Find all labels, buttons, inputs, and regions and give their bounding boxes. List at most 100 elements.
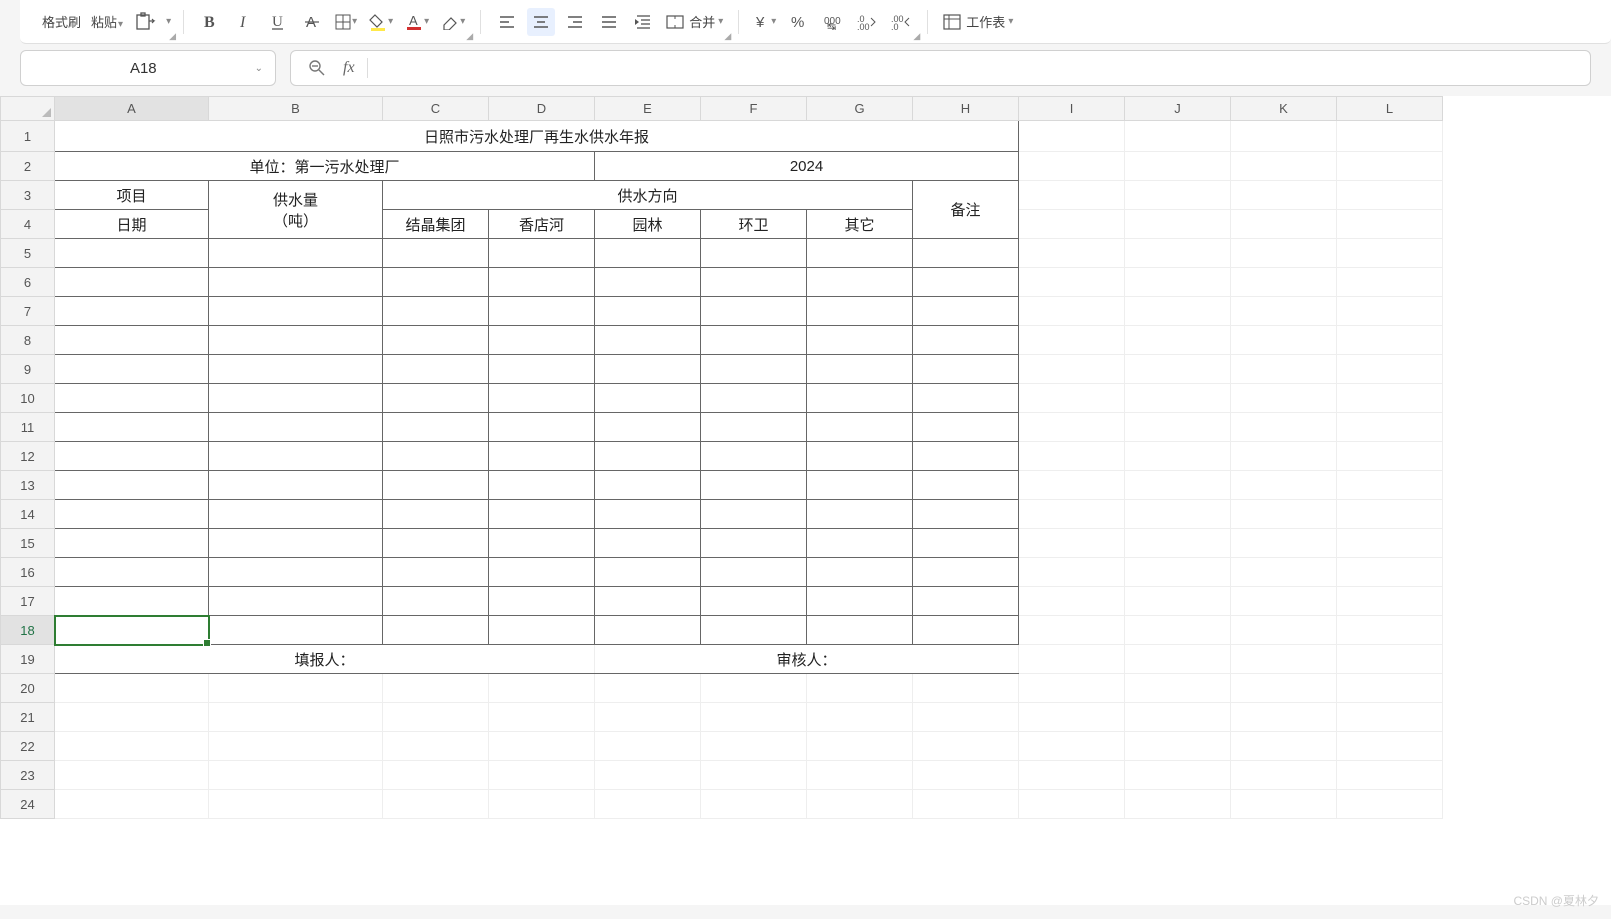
row-header[interactable]: 21 <box>1 703 55 732</box>
row-header[interactable]: 13 <box>1 471 55 500</box>
cell[interactable] <box>701 616 807 645</box>
cell[interactable] <box>55 761 209 790</box>
cell[interactable] <box>701 732 807 761</box>
cell[interactable]: 项目 <box>55 181 209 210</box>
cell[interactable] <box>383 239 489 268</box>
cell[interactable] <box>1337 500 1443 529</box>
cell[interactable]: 2024 <box>595 152 1019 181</box>
cell[interactable] <box>489 761 595 790</box>
cell[interactable] <box>1231 239 1337 268</box>
cell[interactable] <box>913 442 1019 471</box>
cell[interactable] <box>1019 297 1125 326</box>
cell[interactable]: 结晶集团 <box>383 210 489 239</box>
cell[interactable] <box>1231 587 1337 616</box>
cell[interactable] <box>807 355 913 384</box>
cell[interactable] <box>595 268 701 297</box>
cell[interactable]: 环卫 <box>701 210 807 239</box>
cell[interactable] <box>489 529 595 558</box>
format-painter-button[interactable]: 格式刷 <box>40 12 83 31</box>
cell[interactable] <box>489 703 595 732</box>
column-header[interactable]: F <box>701 97 807 121</box>
group-expand-icon[interactable]: ◢ <box>466 31 473 42</box>
cell[interactable] <box>1231 297 1337 326</box>
cell[interactable] <box>595 790 701 819</box>
cell[interactable] <box>209 384 383 413</box>
cell[interactable] <box>913 297 1019 326</box>
group-expand-icon[interactable]: ◢ <box>724 31 731 42</box>
cell[interactable] <box>55 616 209 645</box>
cell[interactable] <box>913 326 1019 355</box>
percent-button[interactable]: % <box>785 8 813 36</box>
name-box[interactable]: A18 ⌄ <box>20 50 276 86</box>
cell[interactable] <box>383 442 489 471</box>
underline-button[interactable]: U <box>264 8 292 36</box>
row-header[interactable]: 23 <box>1 761 55 790</box>
column-header[interactable]: L <box>1337 97 1443 121</box>
cell[interactable] <box>1231 732 1337 761</box>
align-center-button[interactable] <box>527 8 555 36</box>
cell[interactable] <box>701 471 807 500</box>
cell[interactable] <box>1019 442 1125 471</box>
cell[interactable] <box>383 732 489 761</box>
cell[interactable] <box>209 616 383 645</box>
spreadsheet-grid[interactable]: ABCDEFGHIJKL 1日照市污水处理厂再生水供水年报2单位：第一污水处理厂… <box>0 96 1443 819</box>
cell[interactable] <box>701 297 807 326</box>
cell[interactable]: 填报人： <box>55 645 595 674</box>
increase-decimal-button[interactable]: .00.0 <box>887 8 915 36</box>
cell[interactable] <box>1019 587 1125 616</box>
row-header[interactable]: 9 <box>1 355 55 384</box>
cell[interactable] <box>383 529 489 558</box>
cell[interactable] <box>489 297 595 326</box>
cell[interactable] <box>807 500 913 529</box>
cell[interactable] <box>1019 732 1125 761</box>
cell[interactable] <box>595 413 701 442</box>
cell[interactable] <box>913 703 1019 732</box>
cell[interactable] <box>1231 121 1337 152</box>
border-button[interactable]: ▾ <box>332 8 360 36</box>
cell[interactable] <box>1337 442 1443 471</box>
cell[interactable] <box>1231 703 1337 732</box>
cell[interactable] <box>701 761 807 790</box>
cell[interactable] <box>1019 790 1125 819</box>
cell[interactable] <box>55 239 209 268</box>
cell[interactable] <box>489 732 595 761</box>
column-header[interactable]: A <box>55 97 209 121</box>
cell[interactable] <box>913 500 1019 529</box>
paste-button[interactable]: 粘贴▾ <box>89 12 125 31</box>
cell[interactable]: 其它 <box>807 210 913 239</box>
cell[interactable] <box>1231 210 1337 239</box>
cell[interactable] <box>701 790 807 819</box>
column-header[interactable]: J <box>1125 97 1231 121</box>
cell[interactable] <box>1019 413 1125 442</box>
cell[interactable] <box>1019 674 1125 703</box>
cell[interactable] <box>489 558 595 587</box>
cell[interactable] <box>913 587 1019 616</box>
cell[interactable] <box>55 297 209 326</box>
cell[interactable] <box>595 732 701 761</box>
cell[interactable] <box>595 326 701 355</box>
cell[interactable] <box>913 761 1019 790</box>
cell[interactable] <box>913 384 1019 413</box>
cell[interactable] <box>55 355 209 384</box>
cell[interactable] <box>489 326 595 355</box>
cell[interactable] <box>1337 645 1443 674</box>
align-right-button[interactable] <box>561 8 589 36</box>
cell[interactable] <box>1337 210 1443 239</box>
cell[interactable] <box>489 587 595 616</box>
row-header[interactable]: 6 <box>1 268 55 297</box>
cell[interactable] <box>1019 181 1125 210</box>
formula-bar[interactable]: fx <box>290 50 1591 86</box>
cell[interactable] <box>55 529 209 558</box>
cell[interactable] <box>209 471 383 500</box>
cell[interactable] <box>701 558 807 587</box>
cell[interactable] <box>209 442 383 471</box>
cell[interactable] <box>1019 268 1125 297</box>
cell[interactable] <box>701 674 807 703</box>
cell[interactable] <box>489 471 595 500</box>
cell[interactable] <box>1231 442 1337 471</box>
cell[interactable] <box>1125 210 1231 239</box>
cell[interactable] <box>1231 471 1337 500</box>
cell[interactable] <box>489 616 595 645</box>
cell[interactable] <box>1019 326 1125 355</box>
cell[interactable] <box>807 790 913 819</box>
